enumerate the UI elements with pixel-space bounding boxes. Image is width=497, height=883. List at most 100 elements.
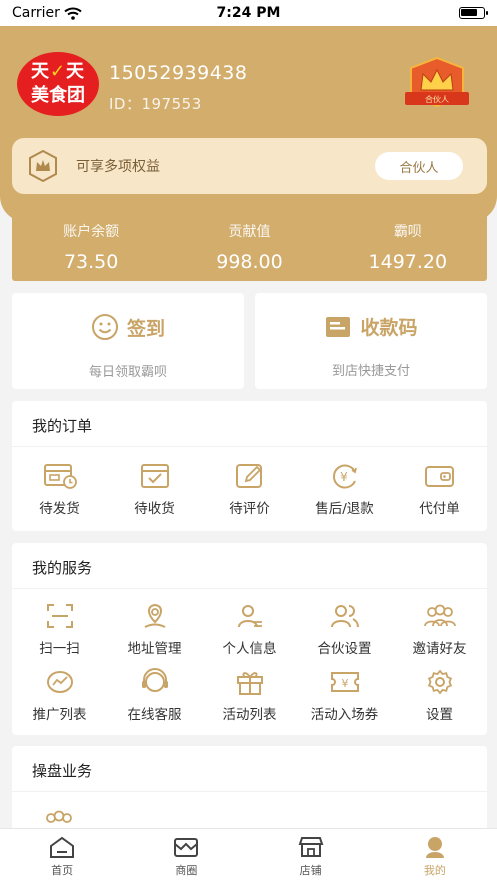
store-icon xyxy=(298,837,324,857)
avatar[interactable]: 天✓天 美食团 xyxy=(17,52,99,116)
order-label: 售后/退款 xyxy=(315,501,374,517)
profile-icon xyxy=(425,837,444,858)
orders-section: 我的订单 待发货 待收货 待评价 ¥ 售后/退款 代付单 xyxy=(12,401,487,531)
service-invite-friends[interactable]: 邀请好友 xyxy=(392,601,487,657)
pay-code-title: 收款码 xyxy=(360,317,418,339)
service-label: 活动列表 xyxy=(222,707,277,723)
user-info-icon xyxy=(237,605,262,628)
service-user-info[interactable]: 个人信息 xyxy=(202,601,297,657)
service-label: 扫一扫 xyxy=(39,641,80,657)
crown-icon xyxy=(29,149,57,183)
order-refund[interactable]: ¥ 售后/退款 xyxy=(297,461,392,517)
partner-benefits-bar[interactable]: 可享多项权益 合伙人 xyxy=(12,138,487,194)
stat-contribution[interactable]: 贡献值 998.00 xyxy=(170,207,328,281)
logo-text: 天 xyxy=(30,61,50,82)
service-label: 在线客服 xyxy=(127,707,182,723)
svg-text:¥: ¥ xyxy=(340,470,348,484)
scan-icon xyxy=(46,604,73,628)
service-label: 合伙设置 xyxy=(317,641,372,657)
gift-icon xyxy=(236,672,263,695)
logo-text: 美食团 xyxy=(31,85,85,106)
invite-friends-icon xyxy=(423,604,456,627)
partner-button[interactable]: 合伙人 xyxy=(375,152,463,180)
wallet-icon xyxy=(424,466,454,487)
section-title: 我的服务 xyxy=(12,543,487,589)
tab-label: 我的 xyxy=(423,864,446,877)
service-label: 个人信息 xyxy=(222,641,277,657)
customer-service-icon xyxy=(141,668,168,692)
partner-badge[interactable]: 合伙人 xyxy=(403,56,471,112)
logo-text: 天 xyxy=(66,61,86,82)
operations-item[interactable] xyxy=(12,792,487,830)
tab-profile[interactable]: 我的 xyxy=(373,829,497,883)
stat-value: 73.50 xyxy=(63,251,119,273)
stat-label: 账户余额 xyxy=(63,224,120,240)
home-icon xyxy=(50,836,75,858)
pending-review-icon xyxy=(235,464,262,488)
payment-card-icon xyxy=(326,316,351,337)
svg-text:¥: ¥ xyxy=(341,677,348,690)
team-icon xyxy=(46,810,72,823)
service-ticket[interactable]: ¥ 活动入场券 xyxy=(297,667,392,723)
sign-in-title: 签到 xyxy=(126,317,165,340)
order-pending-shipment[interactable]: 待发货 xyxy=(12,461,107,517)
carrier-label: Carrier xyxy=(12,5,60,21)
pending-shipment-icon xyxy=(43,464,77,489)
business-district-icon xyxy=(174,838,199,857)
crown-badge-icon: 合伙人 xyxy=(405,56,469,108)
promotion-list-icon xyxy=(46,671,73,693)
services-section: 我的服务 扫一扫 地址管理 个人信息 合伙设置 邀请好友 推广列表 在线客服 活… xyxy=(12,543,487,735)
refund-icon: ¥ xyxy=(332,464,357,489)
wifi-icon xyxy=(64,7,82,20)
user-phone: 15052939438 xyxy=(109,62,248,84)
pay-code-subtitle: 到店快捷支付 xyxy=(331,364,410,379)
service-address[interactable]: 地址管理 xyxy=(107,601,202,657)
battery-icon xyxy=(459,7,488,19)
service-label: 邀请好友 xyxy=(412,641,467,657)
smile-icon xyxy=(91,314,118,340)
order-pending-review[interactable]: 待评价 xyxy=(202,461,297,517)
ticket-icon: ¥ xyxy=(330,672,359,692)
service-label: 设置 xyxy=(426,707,453,723)
sign-in-card[interactable]: 签到 每日领取霸呗 xyxy=(12,293,244,389)
order-label: 待发货 xyxy=(39,501,80,517)
section-title: 操盘业务 xyxy=(12,746,487,792)
stat-label: 霸呗 xyxy=(393,224,422,240)
order-label: 待评价 xyxy=(229,501,270,517)
tab-label: 店铺 xyxy=(299,864,322,877)
service-scan[interactable]: 扫一扫 xyxy=(12,601,107,657)
tab-store[interactable]: 店铺 xyxy=(249,829,373,883)
partner-benefits-text: 可享多项权益 xyxy=(76,159,160,175)
carrier: Carrier xyxy=(12,5,82,21)
bottom-tab-bar: 首页 商圈 店铺 我的 xyxy=(0,828,497,883)
tab-home[interactable]: 首页 xyxy=(0,829,124,883)
section-title: 我的订单 xyxy=(12,401,487,447)
service-partner-settings[interactable]: 合伙设置 xyxy=(297,601,392,657)
badge-label: 合伙人 xyxy=(425,94,449,104)
service-settings[interactable]: 设置 xyxy=(392,667,487,723)
address-icon xyxy=(144,603,165,628)
pending-receipt-icon xyxy=(140,464,169,488)
service-customer-service[interactable]: 在线客服 xyxy=(107,667,202,723)
partner-settings-icon xyxy=(330,605,359,628)
pay-code-card[interactable]: 收款码 到店快捷支付 xyxy=(255,293,487,389)
service-label: 推广列表 xyxy=(32,707,87,723)
service-label: 活动入场券 xyxy=(310,707,379,723)
stat-value: 998.00 xyxy=(216,251,283,273)
gear-icon xyxy=(427,669,452,695)
service-activity-list[interactable]: 活动列表 xyxy=(202,667,297,723)
tab-business-district[interactable]: 商圈 xyxy=(124,829,248,883)
user-id: ID：197553 xyxy=(109,95,202,113)
tab-label: 商圈 xyxy=(175,864,198,877)
logo-check-icon: ✓ xyxy=(49,61,67,82)
tab-label: 首页 xyxy=(51,864,74,877)
order-proxy-payment[interactable]: 代付单 xyxy=(392,461,487,517)
status-bar: Carrier 7:24 PM xyxy=(0,0,497,26)
service-label: 地址管理 xyxy=(127,641,182,657)
stat-babei[interactable]: 霸呗 1497.20 xyxy=(329,207,487,281)
stat-balance[interactable]: 账户余额 73.50 xyxy=(12,207,170,281)
order-pending-receipt[interactable]: 待收货 xyxy=(107,461,202,517)
sign-in-subtitle: 每日领取霸呗 xyxy=(88,365,167,380)
service-promotion-list[interactable]: 推广列表 xyxy=(12,667,107,723)
stat-label: 贡献值 xyxy=(228,224,271,240)
